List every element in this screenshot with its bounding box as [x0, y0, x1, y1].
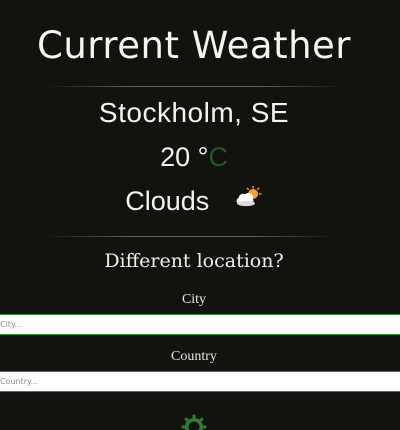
city-label: City — [181, 292, 207, 307]
partly-cloudy-icon — [235, 180, 263, 207]
top-divider — [45, 86, 345, 87]
bottom-divider — [45, 236, 335, 237]
weather-page: Current Weather Stockholm, SE 20 °C Clou… — [0, 0, 400, 430]
country-input[interactable] — [0, 371, 400, 392]
different-location-heading: Different location? — [104, 250, 284, 272]
country-label: Country — [171, 349, 217, 364]
condition-display: Clouds — [0, 180, 388, 220]
temperature-value: 20 — [160, 142, 191, 172]
location-name: Stockholm, SE — [98, 97, 290, 128]
degree-symbol: ° — [197, 142, 209, 172]
cloud-shape — [236, 192, 255, 207]
temperature-display: 20 °C — [0, 138, 388, 176]
temperature-unit: C — [208, 142, 228, 172]
city-input[interactable] — [0, 314, 400, 335]
loading-spinner-icon[interactable] — [180, 413, 208, 430]
page-title: Current Weather — [36, 24, 351, 67]
condition-label: Clouds — [125, 186, 210, 216]
